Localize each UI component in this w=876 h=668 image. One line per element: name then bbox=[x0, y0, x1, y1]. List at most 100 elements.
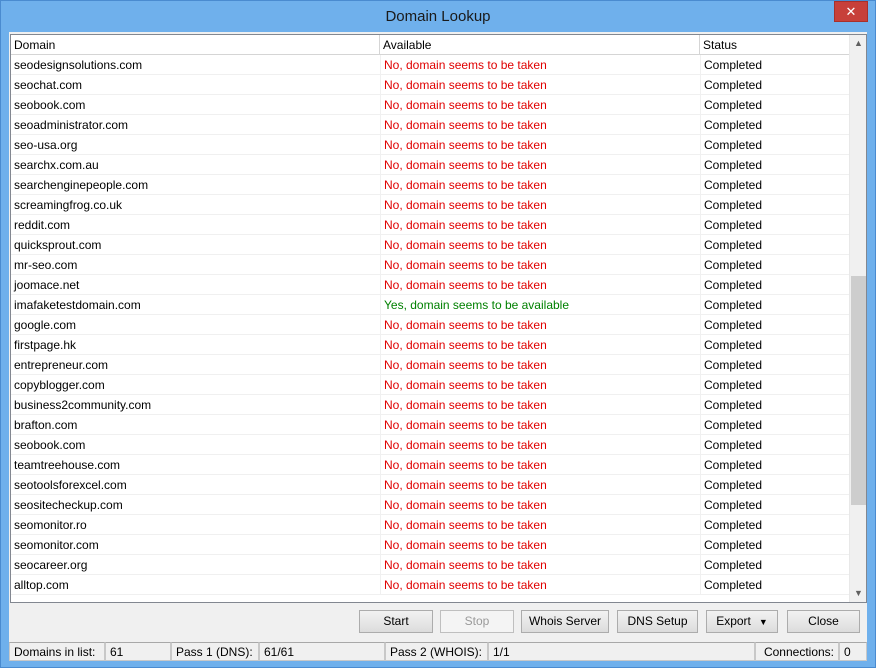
domain-cell: entrepreneur.com bbox=[14, 358, 109, 372]
table-body: seodesignsolutions.com No, domain seems t… bbox=[11, 55, 851, 595]
availability-cell: No, domain seems to be taken bbox=[380, 435, 700, 455]
scroll-up-arrow-icon[interactable]: ▲ bbox=[850, 35, 866, 52]
status-cell: Completed bbox=[700, 375, 851, 395]
table-row[interactable]: business2community.com No, domain seems t… bbox=[11, 395, 851, 415]
status-cell: Completed bbox=[700, 535, 851, 555]
whois-server-button[interactable]: Whois Server bbox=[521, 610, 609, 633]
table-row[interactable]: google.com No, domain seems to be taken Co… bbox=[11, 315, 851, 335]
table-row[interactable]: quicksprout.com No, domain seems to be ta… bbox=[11, 235, 851, 255]
domain-cell: joomace.net bbox=[14, 278, 80, 292]
pass1-dns-value: 61/61 bbox=[259, 642, 385, 661]
connections-value: 0 bbox=[839, 642, 867, 661]
table-row[interactable]: alltop.com No, domain seems to be taken Co… bbox=[11, 575, 851, 595]
domains-in-list-label: Domains in list: bbox=[9, 642, 105, 661]
domain-cell: google.com bbox=[14, 318, 77, 332]
availability-cell: No, domain seems to be taken bbox=[380, 375, 700, 395]
domain-cell: screamingfrog.co.uk bbox=[14, 198, 123, 212]
availability-cell: No, domain seems to be taken bbox=[380, 315, 700, 335]
domain-results-table[interactable]: Domain Available Status seodesignsolutio… bbox=[10, 34, 867, 603]
status-cell: Completed bbox=[700, 195, 851, 215]
pass2-whois-value: 1/1 bbox=[488, 642, 755, 661]
domain-cell: seocareer.org bbox=[14, 558, 88, 572]
dropdown-arrow-icon: ▼ bbox=[758, 617, 768, 627]
export-button[interactable]: Export ▼ bbox=[706, 610, 778, 633]
domain-cell: seo-usa.org bbox=[14, 138, 78, 152]
start-button[interactable]: Start bbox=[359, 610, 433, 633]
table-row[interactable]: seodesignsolutions.com No, domain seems t… bbox=[11, 55, 851, 75]
column-header-domain[interactable]: Domain bbox=[11, 35, 380, 55]
status-cell: Completed bbox=[700, 215, 851, 235]
vertical-scrollbar[interactable]: ▲ ▼ bbox=[849, 35, 866, 602]
availability-cell: No, domain seems to be taken bbox=[380, 155, 700, 175]
availability-cell: No, domain seems to be taken bbox=[380, 135, 700, 155]
domain-cell: firstpage.hk bbox=[14, 338, 77, 352]
availability-cell: No, domain seems to be taken bbox=[380, 335, 700, 355]
status-cell: Completed bbox=[700, 335, 851, 355]
availability-cell: No, domain seems to be taken bbox=[380, 395, 700, 415]
client-area: Domain Available Status seodesignsolutio… bbox=[9, 32, 867, 661]
domain-cell: seoadministrator.com bbox=[14, 118, 129, 132]
table-row[interactable]: mr-seo.com No, domain seems to be taken Co… bbox=[11, 255, 851, 275]
table-row[interactable]: seo-usa.org No, domain seems to be taken C… bbox=[11, 135, 851, 155]
table-row[interactable]: seochat.com No, domain seems to be taken C… bbox=[11, 75, 851, 95]
status-cell: Completed bbox=[700, 115, 851, 135]
window-title: Domain Lookup bbox=[385, 8, 491, 25]
status-bar: Domains in list: 61 Pass 1 (DNS): 61/61 … bbox=[9, 641, 867, 661]
table-row[interactable]: teamtreehouse.com No, domain seems to be … bbox=[11, 455, 851, 475]
table-row[interactable]: seoadministrator.com No, domain seems to … bbox=[11, 115, 851, 135]
window-close-button[interactable]: ✕ bbox=[834, 1, 868, 22]
status-cell: Completed bbox=[700, 75, 851, 95]
status-cell: Completed bbox=[700, 575, 851, 595]
table-row[interactable]: entrepreneur.com No, domain seems to be t… bbox=[11, 355, 851, 375]
domain-lookup-window: Domain Lookup ✕ Domain Available Status … bbox=[0, 0, 876, 668]
status-cell: Completed bbox=[700, 255, 851, 275]
domain-cell: copyblogger.com bbox=[14, 378, 105, 392]
table-row[interactable]: firstpage.hk No, domain seems to be taken… bbox=[11, 335, 851, 355]
status-cell: Completed bbox=[700, 475, 851, 495]
connections-label: Connections: bbox=[755, 642, 839, 661]
table-row[interactable]: joomace.net No, domain seems to be taken C… bbox=[11, 275, 851, 295]
table-row[interactable]: seomonitor.ro No, domain seems to be take… bbox=[11, 515, 851, 535]
domain-cell: seomonitor.ro bbox=[14, 518, 87, 532]
table-row[interactable]: searchenginepeople.com No, domain seems t… bbox=[11, 175, 851, 195]
table-header: Domain Available Status bbox=[11, 35, 851, 55]
scrollbar-thumb[interactable] bbox=[851, 276, 866, 505]
column-header-available[interactable]: Available bbox=[380, 35, 700, 55]
status-cell: Completed bbox=[700, 135, 851, 155]
table-row[interactable]: screamingfrog.co.uk No, domain seems to b… bbox=[11, 195, 851, 215]
table-row[interactable]: searchx.com.au No, domain seems to be tak… bbox=[11, 155, 851, 175]
domain-cell: seochat.com bbox=[14, 78, 83, 92]
table-row[interactable]: seocareer.org No, domain seems to be take… bbox=[11, 555, 851, 575]
dns-setup-button[interactable]: DNS Setup bbox=[617, 610, 698, 633]
domain-cell: alltop.com bbox=[14, 578, 69, 592]
table-row[interactable]: brafton.com No, domain seems to be taken C… bbox=[11, 415, 851, 435]
status-cell: Completed bbox=[700, 395, 851, 415]
availability-cell: No, domain seems to be taken bbox=[380, 215, 700, 235]
status-cell: Completed bbox=[700, 515, 851, 535]
pass1-dns-label: Pass 1 (DNS): bbox=[171, 642, 259, 661]
status-cell: Completed bbox=[700, 235, 851, 255]
scroll-down-arrow-icon[interactable]: ▼ bbox=[850, 585, 866, 602]
table-row[interactable]: seobook.com No, domain seems to be taken C… bbox=[11, 95, 851, 115]
table-row[interactable]: imafaketestdomain.com Yes, domain seems t… bbox=[11, 295, 851, 315]
availability-cell: No, domain seems to be taken bbox=[380, 95, 700, 115]
stop-button[interactable]: Stop bbox=[440, 610, 514, 633]
availability-cell: No, domain seems to be taken bbox=[380, 275, 700, 295]
status-cell: Completed bbox=[700, 455, 851, 475]
table-row[interactable]: reddit.com No, domain seems to be taken Co… bbox=[11, 215, 851, 235]
close-button[interactable]: Close bbox=[787, 610, 860, 633]
table-row[interactable]: seositecheckup.com No, domain seems to be… bbox=[11, 495, 851, 515]
export-button-label: Export bbox=[716, 614, 751, 628]
title-bar[interactable]: Domain Lookup ✕ bbox=[1, 1, 875, 32]
availability-cell: No, domain seems to be taken bbox=[380, 455, 700, 475]
status-cell: Completed bbox=[700, 355, 851, 375]
status-cell: Completed bbox=[700, 295, 851, 315]
availability-cell: No, domain seems to be taken bbox=[380, 195, 700, 215]
pass2-whois-label: Pass 2 (WHOIS): bbox=[385, 642, 488, 661]
availability-cell: No, domain seems to be taken bbox=[380, 555, 700, 575]
column-header-status[interactable]: Status bbox=[700, 35, 851, 55]
table-row[interactable]: seotoolsforexcel.com No, domain seems to … bbox=[11, 475, 851, 495]
table-row[interactable]: seobook.com No, domain seems to be taken C… bbox=[11, 435, 851, 455]
table-row[interactable]: copyblogger.com No, domain seems to be ta… bbox=[11, 375, 851, 395]
table-row[interactable]: seomonitor.com No, domain seems to be tak… bbox=[11, 535, 851, 555]
